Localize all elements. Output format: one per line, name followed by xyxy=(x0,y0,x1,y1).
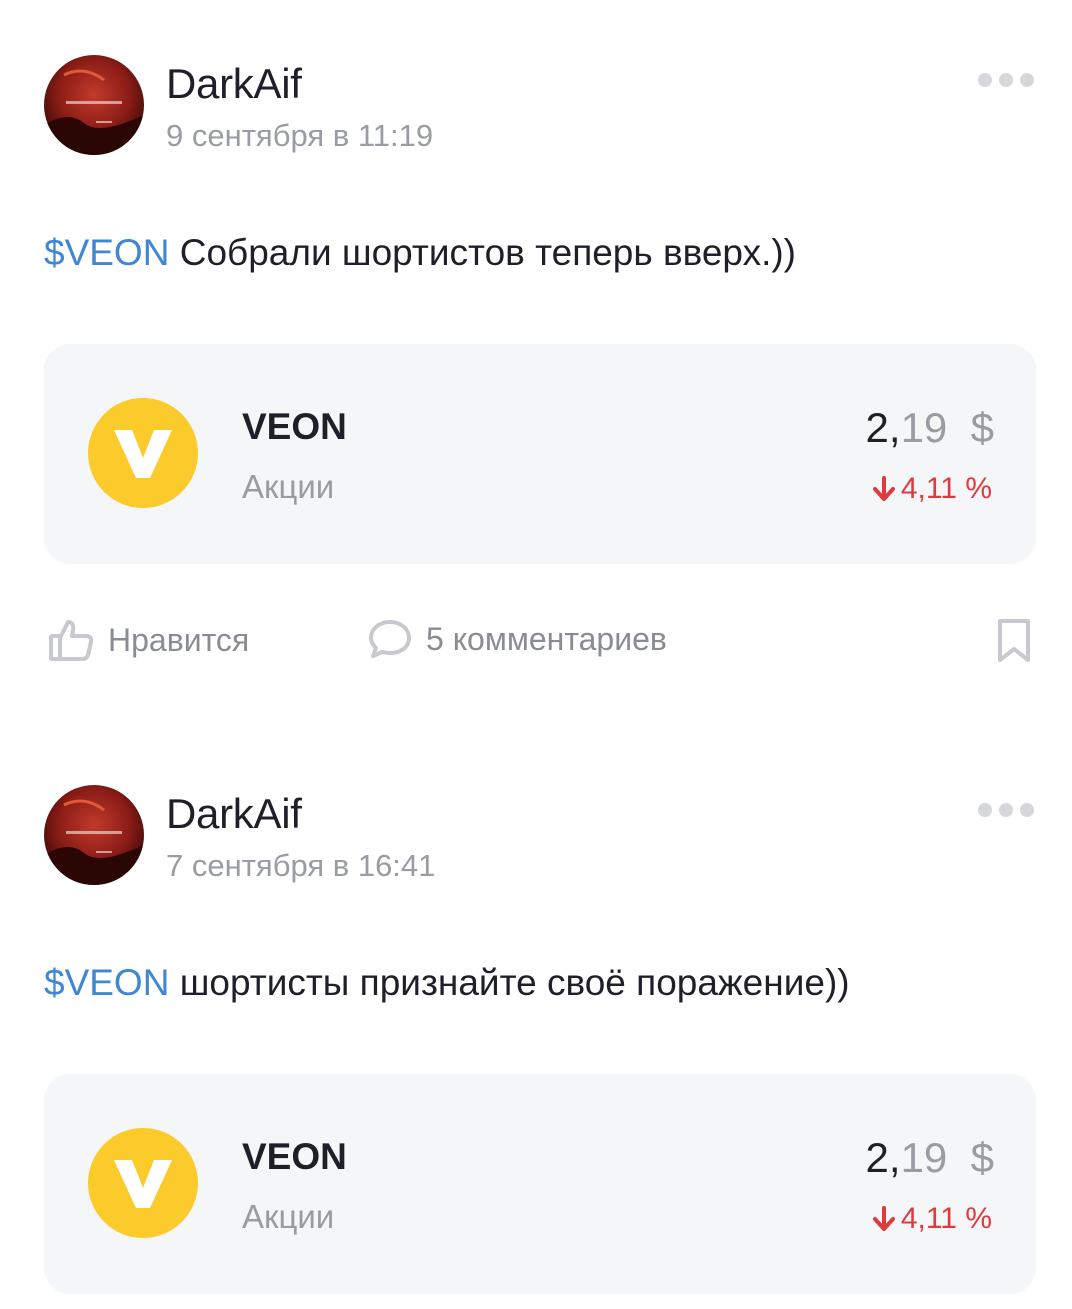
price-change-value: 4,11 % xyxy=(900,1202,992,1235)
more-button[interactable] xyxy=(978,72,1034,88)
bookmark-icon xyxy=(998,619,1030,662)
stock-card[interactable]: VEON Акции 2,19 $ 4,11 % xyxy=(44,344,1036,564)
stock-type: Акции xyxy=(242,468,335,505)
more-button[interactable] xyxy=(978,802,1034,818)
price-change: 4,11 % xyxy=(872,1202,992,1236)
avatar[interactable] xyxy=(44,785,144,885)
more-icon xyxy=(978,803,992,817)
stock-price: 2,19 $ xyxy=(866,404,994,452)
ticker-link[interactable]: $VEON xyxy=(44,232,169,273)
more-icon xyxy=(978,73,992,87)
price-change-value: 4,11 % xyxy=(900,472,992,505)
veon-logo-icon xyxy=(88,398,198,508)
author-name[interactable]: DarkAif xyxy=(166,60,302,108)
ticker-link[interactable]: $VEON xyxy=(44,962,169,1003)
post-body: Собрали шортистов теперь вверх.)) xyxy=(169,232,796,273)
comment-icon xyxy=(369,620,411,658)
price-integer: 2, xyxy=(865,1134,901,1181)
veon-logo-icon xyxy=(88,1128,198,1238)
stock-type: Акции xyxy=(242,1198,335,1235)
more-icon xyxy=(999,73,1013,87)
comments-label: 5 комментариев xyxy=(426,620,667,657)
price-integer: 2, xyxy=(865,404,901,451)
arrow-down-icon xyxy=(872,476,895,501)
post-body: шортисты признайте своё поражение)) xyxy=(169,962,850,1003)
post-text: $VEON шортисты признайте своё поражение)… xyxy=(44,962,850,1004)
like-icon xyxy=(49,620,94,661)
post-date: 7 сентября в 16:41 xyxy=(166,848,436,883)
price-currency: $ xyxy=(970,1134,994,1181)
post-text: $VEON Собрали шортистов теперь вверх.)) xyxy=(44,232,796,274)
more-icon xyxy=(1020,73,1034,87)
post-actions: Нравится 5 комментариев xyxy=(0,612,1072,672)
comments-button[interactable]: 5 комментариев xyxy=(368,618,667,660)
author-name[interactable]: DarkAif xyxy=(166,790,302,838)
like-label: Нравится xyxy=(108,621,250,658)
more-icon xyxy=(1020,803,1034,817)
stock-name: VEON xyxy=(242,1136,347,1177)
price-fraction: 19 xyxy=(900,404,948,451)
bookmark-button[interactable] xyxy=(996,618,1046,664)
price-fraction: 19 xyxy=(900,1134,948,1181)
post-date: 9 сентября в 11:19 xyxy=(166,118,434,153)
avatar[interactable] xyxy=(44,55,144,155)
like-button[interactable]: Нравится xyxy=(48,618,249,662)
stock-name: VEON xyxy=(242,406,347,447)
stock-card[interactable]: VEON Акции 2,19 $ 4,11 % xyxy=(44,1074,1036,1294)
arrow-down-icon xyxy=(872,1206,895,1231)
more-icon xyxy=(999,803,1013,817)
stock-price: 2,19 $ xyxy=(866,1134,994,1182)
price-change: 4,11 % xyxy=(872,472,992,506)
price-currency: $ xyxy=(970,404,994,451)
